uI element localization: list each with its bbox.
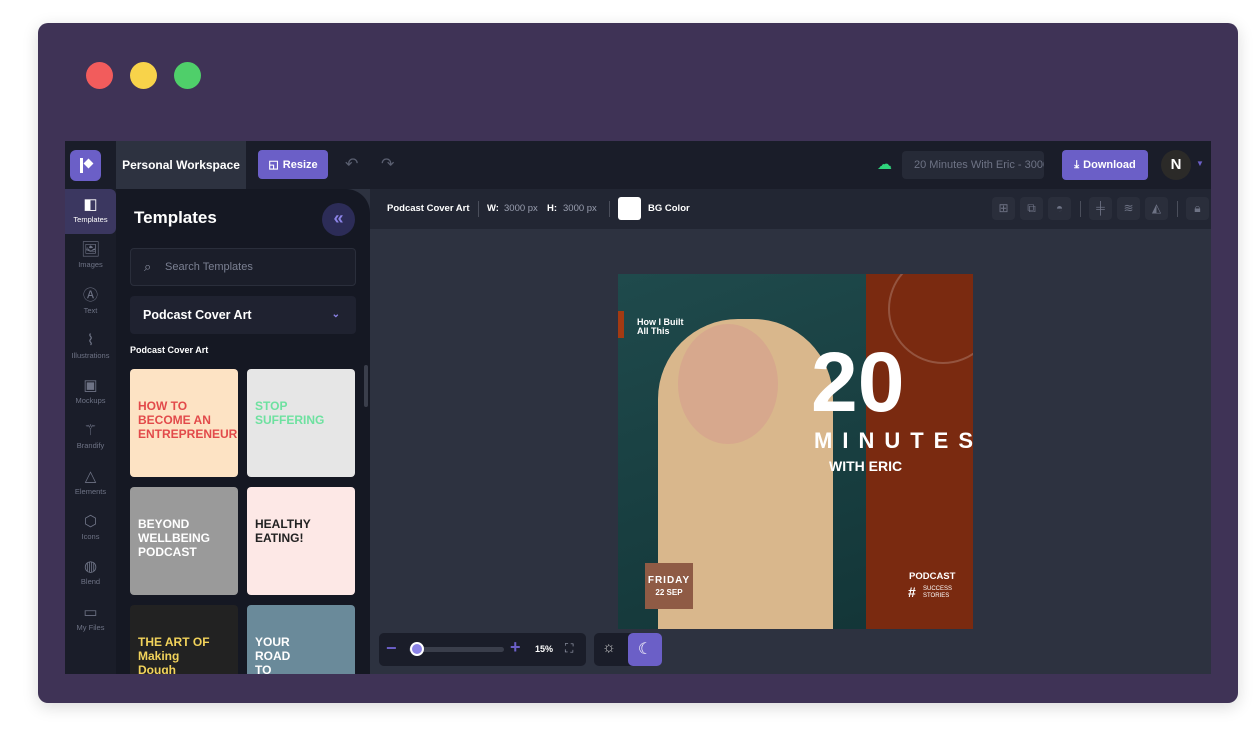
sidebar-item-text[interactable]: Ⓐ Text <box>65 280 116 325</box>
template-thumbnail[interactable]: HEALTHY EATING! <box>247 487 355 595</box>
section-label: Podcast Cover Art <box>130 345 209 355</box>
sidebar-item-illustrations[interactable]: ⌇ Illustrations <box>65 325 116 370</box>
sidebar-item-label: Text <box>83 305 98 315</box>
sidebar-item-blend[interactable]: ◍ Blend <box>65 551 116 596</box>
shapes-icon: △ <box>84 467 97 485</box>
resize-button[interactable]: ◱ Resize <box>258 150 328 179</box>
search-icon: ⌕ <box>144 259 152 274</box>
maximize-window-button[interactable] <box>174 62 201 89</box>
height-label: H: <box>547 203 558 214</box>
sidebar-item-label: Images <box>78 260 103 270</box>
zoom-out-button[interactable]: − <box>386 638 397 659</box>
tagline: How I Built All This <box>637 317 684 336</box>
text-icon: Ⓐ <box>82 286 98 304</box>
date-box: FRIDAY 22 SEP <box>645 563 693 609</box>
sidebar-item-mockups[interactable]: ▣ Mockups <box>65 370 116 415</box>
sidebar: ◧ Templates 🖼 Images Ⓐ Text ⌇ Illustrations ▣ Moc… <box>65 189 116 674</box>
align-icon[interactable]: ╪ <box>1089 197 1112 220</box>
grid-icon[interactable]: ⊞ <box>992 197 1015 220</box>
zoom-level: 15% <box>535 644 554 654</box>
design-canvas[interactable]: How I Built All This 20 MINUTES WITH ERI… <box>618 274 973 629</box>
moon-icon[interactable]: ☾ <box>628 633 662 666</box>
folder-icon: ▭ <box>83 603 98 621</box>
theme-toggle: ☼ ☾ <box>594 633 662 666</box>
sidebar-item-elements[interactable]: △ Elements <box>65 461 116 506</box>
image-icon: 🖼 <box>80 241 101 259</box>
zoom-slider-handle[interactable] <box>409 642 424 656</box>
sidebar-item-label: Templates <box>73 215 108 224</box>
fullscreen-icon[interactable]: ⛶ <box>565 641 573 656</box>
sidebar-item-icons[interactable]: ⬡ Icons <box>65 506 116 551</box>
arrange-icon[interactable]: ⧉ <box>1020 197 1043 220</box>
file-name-input[interactable]: 20 Minutes With Eric - 3000 <box>902 151 1044 179</box>
top-bar: Personal Workspace ◱ Resize ↶ ↷ ☁ 20 Minu… <box>65 141 1211 189</box>
magic-wand-icon: ⚚ <box>83 422 98 440</box>
bg-color-label: BG Color <box>648 203 690 214</box>
template-thumbnail[interactable]: YOURROADTOSUCCESS <box>247 605 355 674</box>
template-thumbnail[interactable]: BEYOND WELLBEING PODCAST <box>130 487 238 595</box>
resize-icon: ◱ <box>268 159 279 171</box>
sidebar-item-label: Icons <box>81 532 100 542</box>
hashtag: # <box>908 584 916 600</box>
sidebar-item-label: Brandify <box>76 441 105 451</box>
sun-icon[interactable]: ☼ <box>602 639 616 656</box>
layers-icon[interactable]: ≋ <box>1117 197 1140 220</box>
zoom-in-button[interactable]: + <box>510 637 521 658</box>
panel-scrollbar[interactable] <box>364 365 368 407</box>
search-templates-input[interactable]: ⌕ Search Templates <box>130 248 356 286</box>
cloud-saved-icon: ☁ <box>877 156 892 173</box>
headline-number: 20 <box>811 335 905 429</box>
template-thumbnail[interactable]: HOW TO BECOME AN ENTREPRENEUR <box>130 369 238 477</box>
templates-icon: ◧ <box>83 196 98 213</box>
panel-title: Templates <box>134 208 217 227</box>
cube-icon: ⬡ <box>83 513 98 531</box>
account-chevron-down-icon[interactable]: ▼ <box>1196 159 1204 168</box>
sidebar-item-templates[interactable]: ◧ Templates <box>65 189 116 235</box>
minimize-window-button[interactable] <box>130 62 157 89</box>
headline-with: WITH ERIC <box>829 458 903 474</box>
bg-color-swatch[interactable] <box>618 197 641 220</box>
download-button[interactable]: ⤓ Download <box>1062 150 1148 180</box>
flip-icon[interactable]: ◭ <box>1145 197 1168 220</box>
workspace-name[interactable]: Personal Workspace <box>116 141 246 189</box>
sidebar-item-label: Mockups <box>75 396 106 406</box>
palette-icon: ◍ <box>83 558 98 576</box>
template-thumbnail[interactable]: STOP SUFFERING <box>247 369 355 477</box>
width-input[interactable]: 3000 px <box>504 189 538 229</box>
sidebar-item-label: My Files <box>76 622 105 632</box>
doc-type: Podcast Cover Art <box>387 203 470 214</box>
vector-icon: ⌇ <box>86 331 95 349</box>
podcast-label: PODCAST <box>909 571 956 582</box>
sidebar-item-label: Illustrations <box>71 350 110 360</box>
undo-icon[interactable]: ↶ <box>345 154 358 174</box>
sidebar-item-my-files[interactable]: ▭ My Files <box>65 597 116 642</box>
app-logo[interactable] <box>70 150 101 181</box>
height-input[interactable]: 3000 px <box>563 189 597 229</box>
zoom-controls: − + 15% ⛶ <box>379 633 586 666</box>
download-icon: ⤓ <box>1074 158 1080 171</box>
template-thumbnail[interactable]: THE ART OF Making Dough <box>130 605 238 674</box>
close-window-button[interactable] <box>86 62 113 89</box>
sidebar-item-brandify[interactable]: ⚚ Brandify <box>65 415 116 460</box>
chevron-down-icon: ⌄ <box>331 309 340 320</box>
width-label: W: <box>487 203 499 214</box>
lock-icon[interactable]: 🔒︎ <box>1186 197 1209 220</box>
sidebar-item-label: Blend <box>80 577 101 587</box>
opacity-icon[interactable]: ◓ <box>1048 197 1071 220</box>
mockup-icon: ▣ <box>83 377 98 395</box>
sidebar-item-label: Elements <box>74 486 107 496</box>
category-dropdown[interactable]: Podcast Cover Art ⌄ <box>130 296 356 334</box>
collapse-panel-button[interactable]: « <box>322 203 355 236</box>
redo-icon[interactable]: ↷ <box>381 154 394 174</box>
sidebar-item-images[interactable]: 🖼 Images <box>65 234 116 279</box>
properties-toolbar: Podcast Cover Art W: 3000 px H: 3000 px … <box>370 189 1211 229</box>
headline-minutes: MINUTES <box>814 428 973 453</box>
templates-panel: Templates « ⌕ Search Templates Podcast Co… <box>116 189 370 674</box>
stories-label: SUCCESS STORIES <box>923 586 953 599</box>
editor-app: Personal Workspace ◱ Resize ↶ ↷ ☁ 20 Minu… <box>65 141 1211 674</box>
avatar[interactable]: N <box>1161 150 1191 180</box>
